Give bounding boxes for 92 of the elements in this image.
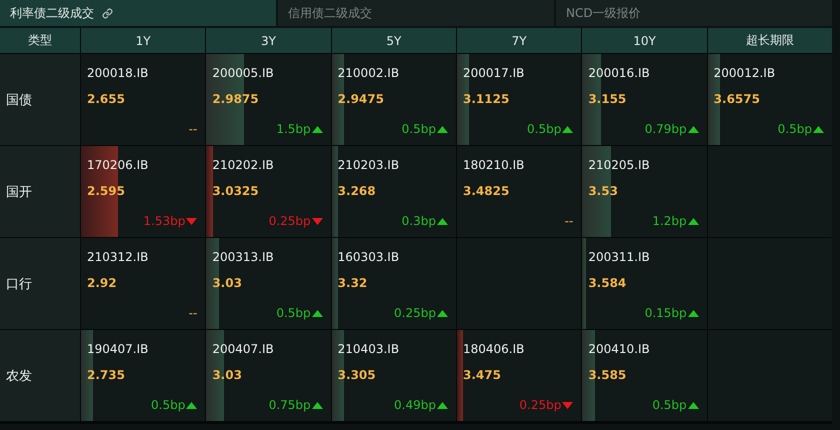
bond-code: 180406.IB [463, 341, 524, 357]
bond-code: 200005.IB [212, 65, 274, 81]
yield-value: 3.6575 [714, 91, 760, 107]
yield-value: 2.735 [87, 367, 125, 383]
bond-code: 180210.IB [463, 157, 524, 173]
down-triangle-icon [562, 402, 574, 408]
bond-code: 210203.IB [338, 157, 400, 173]
tab[interactable]: 信用债二级成交 [278, 0, 554, 26]
yield-value: 2.595 [87, 183, 125, 199]
change-value: 1.53bp [143, 213, 186, 229]
change-value: 0.3bp [402, 213, 436, 229]
yield-value: 3.475 [463, 367, 501, 383]
up-triangle-icon [688, 310, 699, 316]
yield-value: 3.1125 [463, 91, 510, 107]
yield-value: 2.9475 [338, 91, 384, 107]
row-header: 国债 [0, 54, 80, 145]
row-header: 口行 [0, 238, 80, 329]
change-value: 0.25bp [268, 213, 311, 229]
yield-value: 3.0325 [212, 183, 259, 199]
column-header: 10Y [582, 28, 707, 53]
change-value: 0.25bp [519, 397, 562, 413]
bond-code: 210202.IB [212, 157, 274, 173]
bond-code: 210002.IB [338, 65, 400, 81]
column-header: 7Y [457, 28, 582, 53]
yield-value: 3.584 [588, 275, 626, 291]
bond-code: 170206.IB [87, 157, 148, 173]
up-triangle-icon [688, 218, 699, 224]
link-icon[interactable] [102, 8, 113, 18]
change-value: -- [564, 213, 574, 229]
up-triangle-icon [562, 126, 574, 132]
bond-code: 190407.IB [87, 341, 148, 357]
change-value: -- [188, 305, 198, 321]
change-value: 0.5bp [402, 121, 436, 137]
bond-code: 200410.IB [588, 341, 650, 357]
up-triangle-icon [312, 126, 323, 132]
up-triangle-icon [813, 126, 824, 132]
up-triangle-icon [312, 310, 323, 316]
down-triangle-icon [312, 218, 323, 224]
up-triangle-icon [437, 218, 448, 224]
up-triangle-icon [437, 402, 448, 408]
change-value: 0.79bp [644, 121, 687, 137]
yield-value: 3.03 [212, 275, 242, 291]
yield-value: 3.03 [212, 367, 242, 383]
yield-value: 3.585 [588, 367, 626, 383]
yield-value: 3.53 [588, 183, 618, 199]
yield-value: 3.305 [338, 367, 376, 383]
yield-value: 3.155 [588, 91, 626, 107]
bond-code: 200311.IB [588, 249, 650, 265]
column-header: 3Y [206, 28, 331, 53]
bond-code: 200018.IB [87, 65, 148, 81]
change-value: 0.5bp [652, 397, 687, 413]
up-triangle-icon [437, 126, 448, 132]
change-value: 0.49bp [394, 397, 436, 413]
column-header: 超长期限 [708, 28, 832, 53]
yield-value: 3.32 [338, 275, 368, 291]
change-value: -- [188, 121, 198, 137]
bond-code: 200016.IB [588, 65, 650, 81]
yield-value: 3.4825 [463, 183, 510, 199]
change-value: 0.25bp [394, 305, 436, 321]
up-triangle-icon [437, 310, 448, 316]
column-header: 类型 [0, 28, 80, 53]
change-value: 0.5bp [778, 121, 812, 137]
up-triangle-icon [688, 402, 699, 408]
yield-value: 3.268 [338, 183, 376, 199]
bond-code: 210403.IB [338, 341, 400, 357]
bond-code: 160303.IB [338, 249, 400, 265]
row-header: 农发 [0, 330, 80, 421]
yield-value: 2.92 [87, 275, 117, 291]
change-value: 0.5bp [527, 121, 562, 137]
bond-code: 200012.IB [714, 65, 776, 81]
change-value: 1.5bp [276, 121, 311, 137]
bond-code: 210205.IB [588, 157, 650, 173]
column-header: 1Y [81, 28, 206, 53]
up-triangle-icon [688, 126, 699, 132]
row-header: 国开 [0, 146, 80, 237]
up-triangle-icon [186, 402, 198, 408]
change-value: 1.2bp [652, 213, 687, 229]
change-value: 0.15bp [644, 305, 687, 321]
up-triangle-icon [312, 402, 323, 408]
tab[interactable]: NCD一级报价 [556, 0, 832, 26]
yield-value: 2.9875 [212, 91, 259, 107]
bond-code: 200407.IB [212, 341, 274, 357]
bond-code: 210312.IB [87, 249, 148, 265]
down-triangle-icon [186, 218, 198, 224]
change-value: 0.5bp [151, 397, 186, 413]
bond-code: 200313.IB [212, 249, 274, 265]
tab[interactable]: 利率债二级成交 [0, 0, 276, 26]
change-value: 0.75bp [268, 397, 311, 413]
column-header: 5Y [332, 28, 456, 53]
bond-code: 200017.IB [463, 65, 524, 81]
change-value: 0.5bp [276, 305, 311, 321]
yield-value: 2.655 [87, 91, 125, 107]
